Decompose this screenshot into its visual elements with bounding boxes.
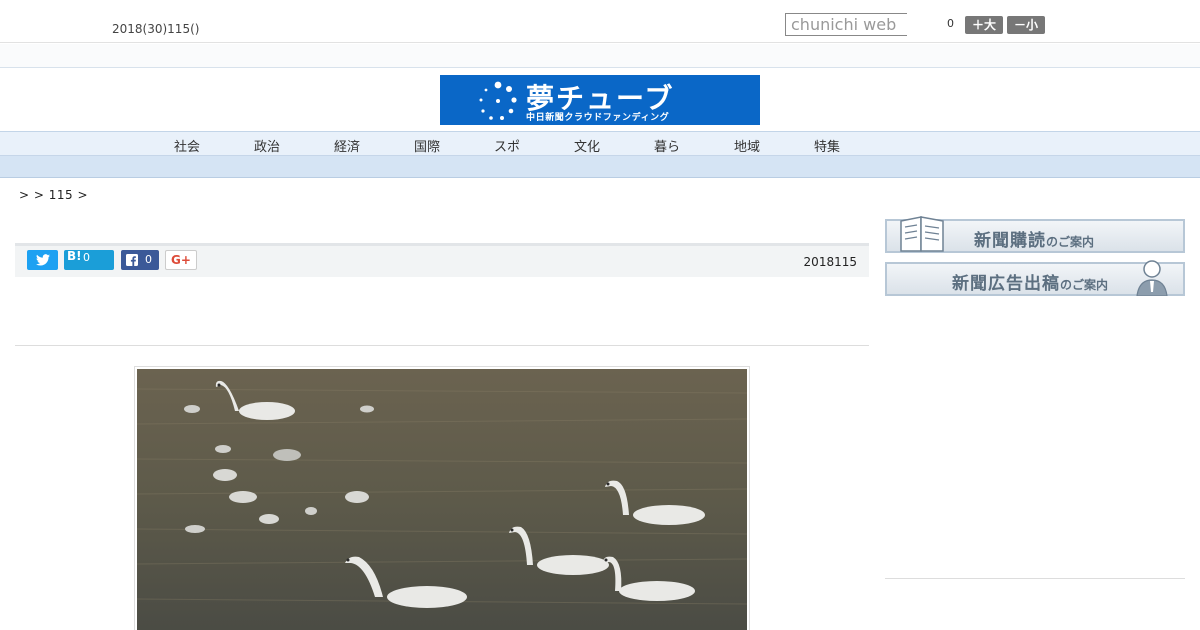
newspaper-subscription-banner[interactable]: 新聞購読のご案内: [885, 216, 1185, 253]
subscription-small-label: のご案内: [1046, 235, 1095, 249]
nav-item-2[interactable]: 政治: [247, 136, 287, 155]
newspaper-ad-banner[interactable]: 新聞広告出稿のご案内: [885, 260, 1185, 296]
sidebar-divider: [885, 578, 1185, 579]
nav-item-5[interactable]: スポ: [487, 136, 527, 155]
facebook-count: 0: [145, 253, 152, 266]
font-larger-button[interactable]: ＋大: [965, 16, 1003, 34]
sub-nav-bar: [0, 155, 1200, 178]
facebook-share-button[interactable]: 0: [121, 250, 159, 270]
ad-main-label: 新聞広告出稿: [952, 274, 1060, 294]
swans-photo[interactable]: [137, 369, 747, 630]
subscription-text: 新聞購読のご案内: [974, 226, 1094, 251]
subscription-main-label: 新聞購読: [974, 231, 1046, 251]
header-subband: [0, 44, 1200, 68]
facebook-icon: [126, 254, 138, 266]
nav-item-1[interactable]: 社会: [167, 136, 207, 155]
book-icon: [900, 216, 944, 252]
ad-text: 新聞広告出稿のご案内: [952, 269, 1108, 294]
twitter-icon: [36, 254, 50, 266]
content-divider: [15, 345, 869, 346]
nav-item-6[interactable]: 文化: [567, 136, 607, 155]
font-size-value: 0: [947, 17, 954, 30]
hatena-count: 0: [83, 251, 90, 264]
nav-item-7[interactable]: 暮ら: [647, 136, 687, 155]
ad-small-label: のご案内: [1060, 278, 1109, 292]
google-plus-button[interactable]: G+: [165, 250, 197, 270]
font-smaller-button[interactable]: －小: [1007, 16, 1045, 34]
share-bar: B! 0 0 G+ 2018115: [15, 243, 869, 277]
nav-item-9[interactable]: 特集: [807, 136, 847, 155]
top-bar: 2018(30)115() 0 ＋大 －小: [0, 0, 1200, 43]
hatena-label: B!: [67, 249, 82, 263]
dots-logo-icon: [479, 81, 517, 120]
main-nav: 社会 政治 経済 国際 スポ 文化 暮ら 地域 特集: [0, 131, 1200, 155]
date-line: 2018(30)115(): [112, 22, 200, 36]
nav-item-3[interactable]: 経済: [327, 136, 367, 155]
breadcrumb[interactable]: > > 115 >: [19, 188, 88, 202]
search-input[interactable]: [785, 13, 907, 36]
nav-item-8[interactable]: 地域: [727, 136, 767, 155]
nav-item-4[interactable]: 国際: [407, 136, 447, 155]
banner-subtitle: 中日新聞クラウドファンディング: [526, 113, 670, 123]
hatena-bookmark-button[interactable]: B! 0: [64, 249, 114, 270]
twitter-share-button[interactable]: [27, 250, 58, 270]
person-icon: [1136, 260, 1168, 296]
article-date: 2018115: [803, 255, 857, 269]
yume-tube-banner[interactable]: 夢チューブ 中日新聞クラウドファンディング: [440, 75, 760, 125]
article-photo-frame: [134, 366, 750, 630]
